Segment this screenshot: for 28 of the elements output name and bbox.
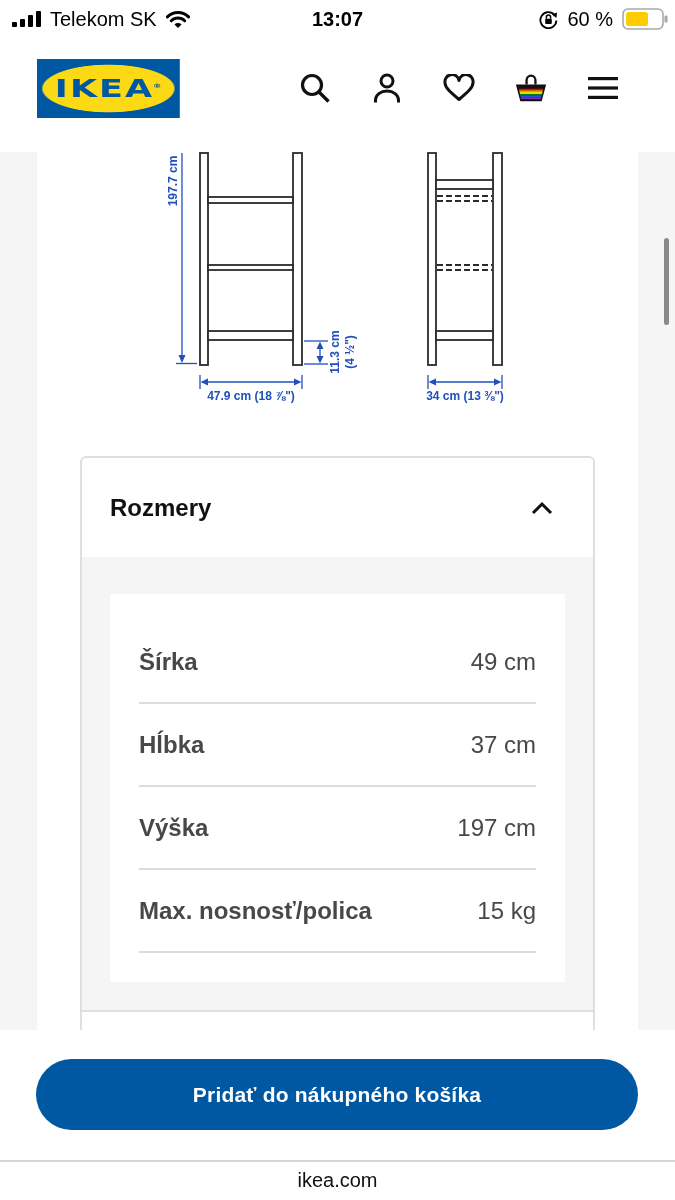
spec-value: 37 cm bbox=[470, 730, 536, 759]
heart-icon[interactable] bbox=[443, 74, 475, 102]
menu-icon[interactable] bbox=[588, 76, 618, 100]
signal-icon bbox=[12, 11, 42, 27]
logo[interactable]: IKEA$^{®}$ bbox=[37, 58, 180, 118]
spec-value: 197 cm bbox=[457, 813, 536, 842]
spec-label: Hĺbka bbox=[139, 730, 205, 759]
dimension-label: 11.3 cm bbox=[328, 330, 342, 374]
user-icon[interactable] bbox=[372, 73, 402, 103]
spec-label: Výška bbox=[139, 813, 209, 842]
spec-value: 15 kg bbox=[477, 896, 536, 925]
dimension-label: 47.9 cm (18 ⅞") bbox=[207, 388, 295, 403]
carrier-name: Telekom SK bbox=[50, 7, 157, 31]
spec-label: Max. nosnosť/polica bbox=[139, 896, 372, 925]
clock-time: 13:07 bbox=[311, 7, 364, 31]
dimension-label: 34 cm (13 ⅜") bbox=[426, 388, 504, 403]
dimension-label: (4 ½") bbox=[343, 335, 357, 369]
dimension-label: 197.7 cm bbox=[166, 155, 180, 207]
battery-percentage: 60 % bbox=[567, 7, 613, 31]
add-to-cart-button[interactable]: Pridať do nákupného košíka bbox=[36, 1059, 638, 1130]
search-icon[interactable] bbox=[300, 73, 330, 103]
shopping-bag-icon[interactable] bbox=[515, 72, 547, 104]
wifi-icon bbox=[164, 9, 191, 29]
dimension-line bbox=[303, 340, 329, 365]
spec-value: 49 cm bbox=[470, 647, 536, 676]
battery-icon bbox=[622, 8, 668, 30]
spec-label: Šírka bbox=[139, 647, 198, 676]
rotation-lock-icon bbox=[539, 9, 559, 29]
